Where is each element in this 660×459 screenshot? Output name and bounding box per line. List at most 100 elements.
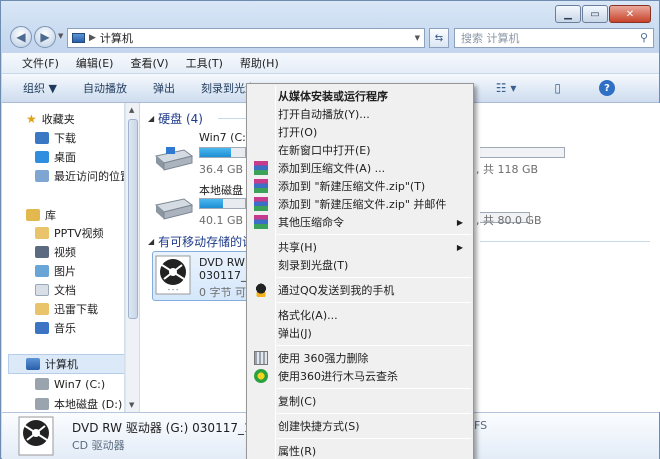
menu-burn[interactable]: 刻录到光盘(T) (249, 256, 471, 274)
menu-add-zip-email[interactable]: 添加到 "新建压缩文件.zip" 并邮件 (249, 195, 471, 213)
drive-c-total: , 共 118 GB (476, 163, 539, 176)
winrar-icon (254, 161, 268, 175)
scroll-down-icon[interactable]: ▼ (129, 401, 134, 409)
nav-documents[interactable]: 文档 (35, 281, 76, 299)
menu-open-autoplay[interactable]: 打开自动播放(Y)... (249, 105, 471, 123)
refresh-button[interactable]: ⇆ (429, 28, 449, 48)
close-button[interactable]: ✕ (609, 5, 651, 23)
collapse-icon[interactable]: ◢ (148, 114, 154, 123)
back-button[interactable]: ◀ (10, 26, 32, 48)
menu-edit[interactable]: 编辑(E) (76, 55, 114, 71)
eject-button[interactable]: 弹出 (153, 80, 175, 96)
menu-create-shortcut[interactable]: 创建快捷方式(S) (249, 417, 471, 435)
menu-label: 使用360进行木马云查杀 (278, 370, 398, 383)
nav-videos-label: 视频 (54, 246, 76, 259)
menu-open-new-window[interactable]: 在新窗口中打开(E) (249, 141, 471, 159)
documents-icon (35, 284, 49, 296)
drive-icon (35, 398, 49, 410)
nav-pptv[interactable]: PPTV视频 (35, 224, 104, 242)
breadcrumb-separator-icon[interactable]: ▶ (89, 33, 96, 43)
menu-360-trojan-scan[interactable]: 使用360进行木马云查杀 (249, 367, 471, 385)
menu-other-compress[interactable]: 其他压缩命令 ▶ (249, 213, 471, 231)
details-title: DVD RW 驱动器 (G:) 030117_1832 (72, 421, 275, 435)
menu-label: 从媒体安装或运行程序 (278, 90, 388, 103)
drive-d-name[interactable]: 本地磁盘 (199, 182, 243, 198)
organize-button[interactable]: 组织 ▼ (23, 80, 57, 96)
menu-label: 添加到压缩文件(A) ... (278, 162, 386, 175)
nav-desktop[interactable]: 桌面 (35, 148, 76, 166)
drive-c-usage-bar (199, 147, 246, 158)
menu-label: 添加到 "新建压缩文件.zip" 并邮件 (278, 198, 447, 211)
nav-libraries[interactable]: 库 (26, 206, 56, 224)
menu-label: 属性(R) (278, 445, 317, 458)
menu-copy[interactable]: 复制(C) (249, 392, 471, 410)
address-dropdown-icon[interactable]: ▼ (415, 34, 420, 42)
menu-separator (277, 277, 471, 278)
nav-desktop-label: 桌面 (54, 151, 76, 164)
nav-computer[interactable]: 计算机 (26, 355, 78, 373)
preview-pane-icon[interactable]: ▯ (554, 81, 561, 95)
menu-360-force-delete[interactable]: 使用 360强力删除 (249, 349, 471, 367)
menu-file[interactable]: 文件(F) (22, 55, 59, 71)
nav-recent-places[interactable]: 最近访问的位置 (35, 167, 124, 185)
help-icon[interactable]: ? (599, 80, 615, 96)
drive-c-name[interactable]: Win7 (C:) (199, 131, 250, 144)
scroll-up-icon[interactable]: ▲ (129, 106, 134, 114)
recent-pages-dropdown-icon[interactable]: ▼ (58, 32, 63, 40)
menu-label: 打开(O) (278, 126, 318, 139)
menu-view[interactable]: 查看(V) (130, 55, 168, 71)
drive-c-usage-fill (200, 148, 232, 157)
pictures-icon (35, 265, 49, 277)
collapse-icon[interactable]: ◢ (148, 237, 154, 246)
menu-format[interactable]: 格式化(A)... (249, 306, 471, 324)
360-security-icon (254, 369, 268, 383)
winrar-icon (254, 197, 268, 211)
menu-share[interactable]: 共享(H) ▶ (249, 238, 471, 256)
nav-documents-label: 文档 (54, 284, 76, 297)
nav-videos[interactable]: 视频 (35, 243, 76, 261)
computer-icon (72, 33, 85, 43)
menu-separator (277, 302, 471, 303)
menu-label: 打开自动播放(Y)... (278, 108, 370, 121)
library-icon (26, 209, 40, 221)
view-options-icon[interactable]: ☷ ▾ (496, 81, 517, 95)
nav-drive-c[interactable]: Win7 (C:) (35, 375, 105, 393)
nav-downloads[interactable]: 下载 (35, 129, 76, 147)
menu-open[interactable]: 打开(O) (249, 123, 471, 141)
nav-scrollbar[interactable]: ▲ ▼ (125, 103, 139, 412)
star-icon: ★ (26, 112, 37, 126)
breadcrumb-computer[interactable]: 计算机 (100, 30, 133, 46)
qq-penguin-icon (254, 283, 268, 297)
scroll-thumb[interactable] (128, 119, 138, 319)
details-type: CD 驱动器 (72, 439, 125, 452)
nav-favorites[interactable]: ★ 收藏夹 (26, 110, 75, 128)
computer-icon (26, 358, 40, 370)
menu-qq-send[interactable]: 通过QQ发送到我的手机 (249, 281, 471, 299)
nav-computer-label: 计算机 (45, 358, 78, 371)
recent-places-icon (35, 170, 49, 182)
menu-properties[interactable]: 属性(R) (249, 442, 471, 459)
navigation-pane: ★ 收藏夹 下载 桌面 最近访问的位置 库 PPTV视频 视频 图片 文档 迅雷… (2, 103, 125, 412)
view-controls: ☷ ▾ ▯ ? (484, 80, 641, 96)
menu-add-archive[interactable]: 添加到压缩文件(A) ... (249, 159, 471, 177)
maximize-button[interactable]: ▭ (582, 5, 608, 23)
minimize-button[interactable]: ▁ (555, 5, 581, 23)
menu-label: 共享(H) (278, 241, 317, 254)
group-hard-disks[interactable]: ◢ 硬盘 (4) (148, 110, 203, 127)
thunder-download-icon (35, 303, 49, 315)
menu-eject[interactable]: 弹出(J) (249, 324, 471, 342)
search-input[interactable]: 搜索 计算机 ⚲ (454, 28, 654, 48)
menu-add-zip[interactable]: 添加到 "新建压缩文件.zip"(T) (249, 177, 471, 195)
menu-install-run[interactable]: 从媒体安装或运行程序 (249, 87, 471, 105)
menu-tools[interactable]: 工具(T) (186, 55, 223, 71)
nav-downloads-label: 下载 (54, 132, 76, 145)
nav-pictures[interactable]: 图片 (35, 262, 76, 280)
search-icon[interactable]: ⚲ (640, 31, 648, 44)
autoplay-button[interactable]: 自动播放 (83, 80, 127, 96)
nav-thunder-downloads[interactable]: 迅雷下载 (35, 300, 98, 318)
nav-music[interactable]: 音乐 (35, 319, 76, 337)
forward-button[interactable]: ▶ (34, 26, 56, 48)
address-bar[interactable]: ▶ 计算机 ▼ (67, 28, 425, 48)
menu-help[interactable]: 帮助(H) (240, 55, 279, 71)
nav-drive-d[interactable]: 本地磁盘 (D:) (35, 395, 122, 412)
